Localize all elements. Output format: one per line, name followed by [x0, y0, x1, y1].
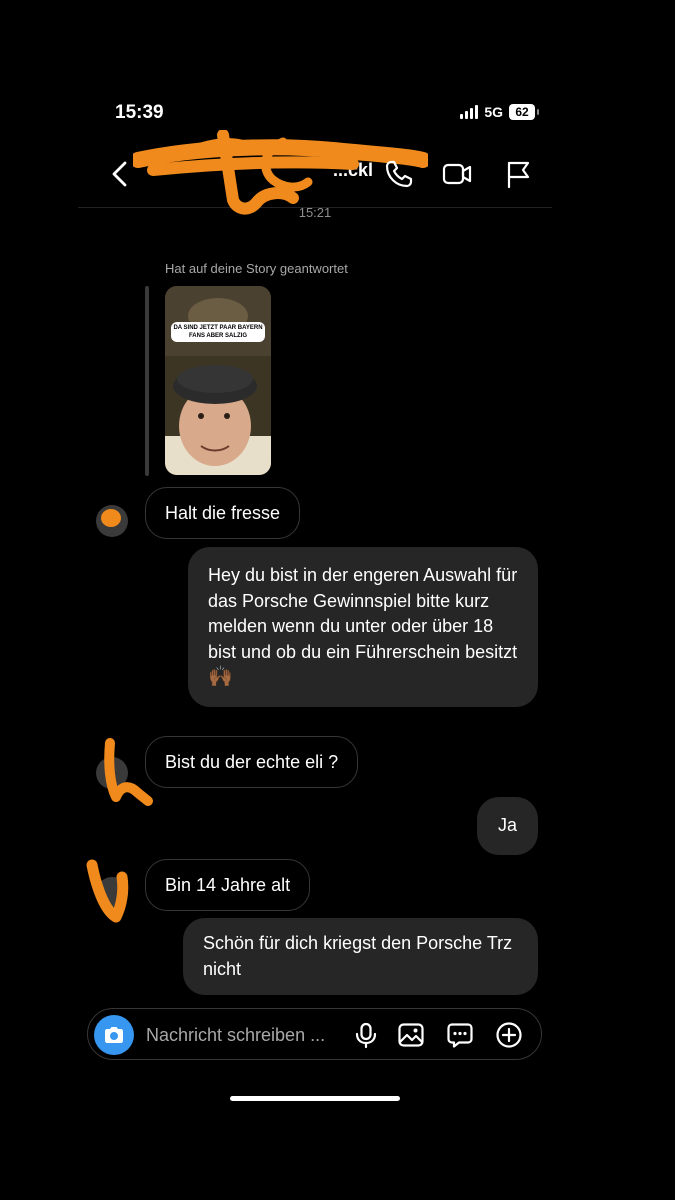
- status-indicators: 5G 62: [460, 104, 539, 120]
- story-photo: [165, 286, 271, 475]
- story-thumbnail[interactable]: DA SIND JETZT PAAR BAYERN FANS ABER SALZ…: [165, 286, 271, 475]
- gallery-icon[interactable]: [397, 1021, 425, 1049]
- flag-icon[interactable]: [502, 158, 534, 190]
- chat-header: ...ckl: [78, 130, 552, 215]
- message-bubble-incoming[interactable]: Halt die fresse: [145, 487, 301, 539]
- cellular-signal-icon: [460, 105, 479, 119]
- status-bar: 15:39 5G 62: [115, 100, 539, 130]
- battery-icon: 62: [509, 104, 539, 120]
- message-composer: [87, 1008, 542, 1060]
- reply-indicator-bar: [145, 286, 149, 476]
- sticker-icon[interactable]: [446, 1021, 474, 1049]
- status-time: 15:39: [115, 102, 164, 123]
- back-icon[interactable]: [106, 158, 134, 190]
- camera-icon: [105, 1027, 123, 1043]
- network-type: 5G: [484, 104, 503, 120]
- message-bubble-outgoing[interactable]: Ja: [477, 797, 538, 855]
- message-bubble-outgoing[interactable]: Hey du bist in der engeren Auswahl für d…: [188, 547, 538, 707]
- story-overlay-text: DA SIND JETZT PAAR BAYERN FANS ABER SALZ…: [171, 322, 265, 342]
- message-bubble-outgoing[interactable]: Schön für dich kriegst den Porsche Trz n…: [183, 918, 538, 995]
- story-reply-caption: Hat auf deine Story geantwortet: [165, 261, 348, 276]
- phone-icon[interactable]: [383, 158, 415, 190]
- avatar[interactable]: [96, 505, 128, 537]
- microphone-icon[interactable]: [352, 1021, 380, 1049]
- add-icon[interactable]: [495, 1021, 523, 1049]
- highlight-scribble: [86, 859, 129, 923]
- raised-hands-emoji: 🙌🏾: [208, 666, 233, 688]
- video-call-icon[interactable]: [441, 158, 473, 190]
- message-timestamp: 15:21: [298, 205, 332, 220]
- camera-button[interactable]: [94, 1015, 134, 1055]
- message-text: Hey du bist in der engeren Auswahl für d…: [208, 565, 518, 662]
- message-input[interactable]: [146, 1024, 346, 1046]
- message-bubble-incoming[interactable]: Bist du der echte eli ?: [145, 736, 359, 788]
- home-indicator[interactable]: [230, 1096, 400, 1101]
- message-bubble-incoming[interactable]: Bin 14 Jahre alt: [145, 859, 311, 911]
